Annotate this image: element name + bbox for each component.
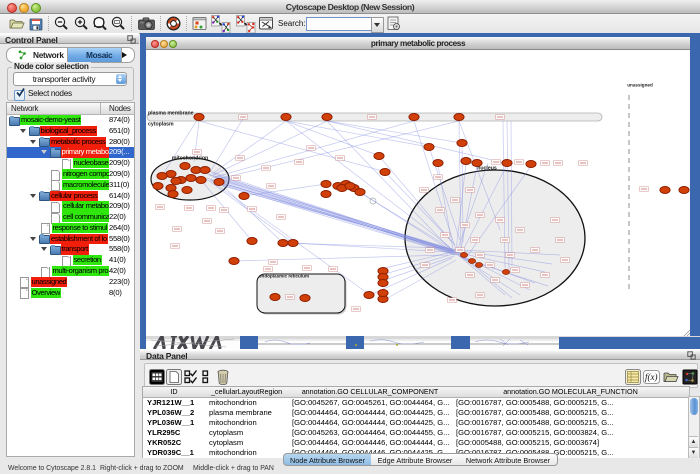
svg-text:cytoplasm: cytoplasm [148,122,174,128]
svg-text:plasma membrane: plasma membrane [148,111,194,117]
svg-text:endoplasmic reticulum: endoplasmic reticulum [259,274,309,279]
svg-text:f(x): f(x) [645,372,658,382]
svg-text:nucleus: nucleus [477,166,497,172]
svg-text:unassigned: unassigned [627,83,653,88]
svg-text:mitochondrion: mitochondrion [172,156,208,162]
